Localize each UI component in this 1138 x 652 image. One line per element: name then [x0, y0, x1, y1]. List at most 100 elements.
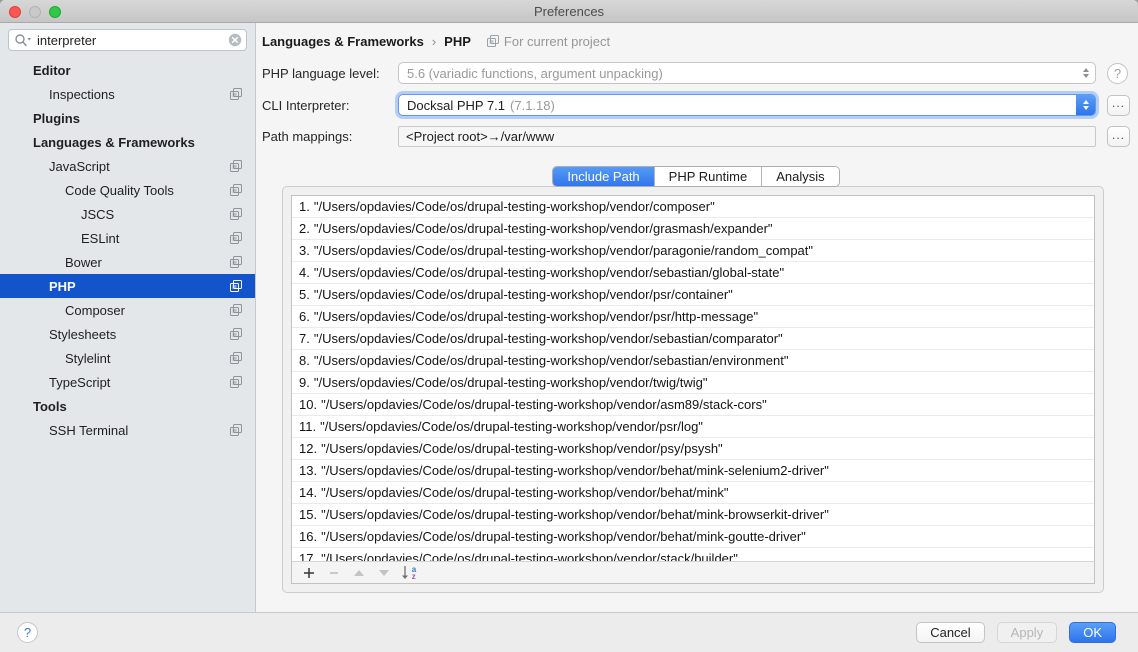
- php-settings-page: Languages & Frameworks › PHP For current…: [256, 23, 1138, 612]
- sidebar-item[interactable]: Plugins: [0, 106, 255, 130]
- tab-include-path[interactable]: Include Path: [553, 167, 654, 186]
- include-path-row[interactable]: 14. "/Users/opdavies/Code/os/drupal-test…: [292, 482, 1094, 504]
- window-title: Preferences: [534, 4, 604, 19]
- titlebar: Preferences: [0, 0, 1138, 23]
- php-settings-tabs: Include Path PHP Runtime Analysis: [262, 166, 1130, 187]
- include-path-row[interactable]: 11. "/Users/opdavies/Code/os/drupal-test…: [292, 416, 1094, 438]
- shared-settings-icon: [230, 352, 242, 364]
- path-mappings-value: <Project root>→/var/www: [406, 129, 554, 144]
- php-language-level-value: 5.6 (variadic functions, argument unpack…: [407, 66, 663, 81]
- cli-interpreter-label: CLI Interpreter:: [262, 98, 398, 113]
- tab-php-runtime[interactable]: PHP Runtime: [655, 167, 763, 186]
- php-language-level-label: PHP language level:: [262, 66, 398, 81]
- cli-interpreter-row: CLI Interpreter: Docksal PHP 7.1 (7.1.18…: [262, 94, 1130, 116]
- path-mappings-field[interactable]: <Project root>→/var/www: [398, 126, 1096, 147]
- sidebar-item[interactable]: Inspections: [0, 82, 255, 106]
- remove-path-button[interactable]: [321, 563, 346, 583]
- breadcrumb-php: PHP: [444, 34, 471, 49]
- include-path-listbox: 1. "/Users/opdavies/Code/os/drupal-testi…: [291, 195, 1095, 584]
- breadcrumb-languages-frameworks[interactable]: Languages & Frameworks: [262, 34, 424, 49]
- shared-settings-icon: [230, 424, 242, 436]
- shared-settings-icon: [230, 376, 242, 388]
- ok-button[interactable]: OK: [1069, 622, 1116, 643]
- include-path-panel: 1. "/Users/opdavies/Code/os/drupal-testi…: [282, 186, 1104, 593]
- move-up-button[interactable]: [346, 563, 371, 583]
- breadcrumb-separator-icon: ›: [432, 34, 436, 49]
- zoom-button[interactable]: [49, 6, 61, 18]
- include-path-row[interactable]: 1. "/Users/opdavies/Code/os/drupal-testi…: [292, 196, 1094, 218]
- include-path-row[interactable]: 9. "/Users/opdavies/Code/os/drupal-testi…: [292, 372, 1094, 394]
- shared-settings-icon: [230, 304, 242, 316]
- include-path-row[interactable]: 4. "/Users/opdavies/Code/os/drupal-testi…: [292, 262, 1094, 284]
- sidebar-item[interactable]: SSH Terminal: [0, 418, 255, 442]
- clear-search-icon[interactable]: [228, 33, 242, 47]
- search-icon[interactable]: [14, 33, 32, 47]
- shared-settings-icon: [230, 184, 242, 196]
- include-path-row[interactable]: 15. "/Users/opdavies/Code/os/drupal-test…: [292, 504, 1094, 526]
- cli-interpreter-select[interactable]: Docksal PHP 7.1 (7.1.18): [398, 94, 1096, 116]
- include-path-list[interactable]: 1. "/Users/opdavies/Code/os/drupal-testi…: [292, 196, 1094, 561]
- shared-settings-icon: [230, 232, 242, 244]
- sidebar-item[interactable]: PHP: [0, 274, 255, 298]
- include-path-row[interactable]: 6. "/Users/opdavies/Code/os/drupal-testi…: [292, 306, 1094, 328]
- sidebar-item[interactable]: ESLint: [0, 226, 255, 250]
- include-path-row[interactable]: 8. "/Users/opdavies/Code/os/drupal-testi…: [292, 350, 1094, 372]
- sidebar-item[interactable]: Composer: [0, 298, 255, 322]
- help-button[interactable]: ?: [17, 622, 38, 643]
- breadcrumb: Languages & Frameworks › PHP For current…: [262, 33, 1130, 49]
- sidebar-item[interactable]: Stylelint: [0, 346, 255, 370]
- tab-analysis[interactable]: Analysis: [762, 167, 838, 186]
- chevron-updown-icon: [1076, 95, 1095, 115]
- php-language-level-select[interactable]: 5.6 (variadic functions, argument unpack…: [398, 62, 1096, 84]
- add-path-button[interactable]: [296, 563, 321, 583]
- move-down-button[interactable]: [371, 563, 396, 583]
- help-icon[interactable]: ?: [1107, 63, 1128, 84]
- include-path-row[interactable]: 13. "/Users/opdavies/Code/os/drupal-test…: [292, 460, 1094, 482]
- traffic-lights: [9, 0, 61, 23]
- search-field-wrap: [8, 29, 247, 51]
- path-mappings-row: Path mappings: <Project root>→/var/www .…: [262, 126, 1130, 147]
- sidebar-item[interactable]: Stylesheets: [0, 322, 255, 346]
- sidebar-item[interactable]: TypeScript: [0, 370, 255, 394]
- include-path-row[interactable]: 7. "/Users/opdavies/Code/os/drupal-testi…: [292, 328, 1094, 350]
- cancel-button[interactable]: Cancel: [916, 622, 984, 643]
- dialog-footer: ? Cancel Apply OK: [0, 612, 1138, 652]
- apply-button[interactable]: Apply: [997, 622, 1058, 643]
- minimize-button[interactable]: [29, 6, 41, 18]
- sidebar-item[interactable]: Code Quality Tools: [0, 178, 255, 202]
- shared-settings-icon: [230, 256, 242, 268]
- include-path-row[interactable]: 12. "/Users/opdavies/Code/os/drupal-test…: [292, 438, 1094, 460]
- cli-interpreter-value: Docksal PHP 7.1: [407, 98, 505, 113]
- preferences-window: Preferences: [0, 0, 1138, 652]
- path-mappings-browse-button[interactable]: ...: [1107, 126, 1130, 147]
- sidebar-item[interactable]: Editor: [0, 58, 255, 82]
- sidebar-item[interactable]: JSCS: [0, 202, 255, 226]
- search-input[interactable]: [8, 29, 247, 51]
- include-path-row[interactable]: 16. "/Users/opdavies/Code/os/drupal-test…: [292, 526, 1094, 548]
- cli-interpreter-version: (7.1.18): [510, 98, 555, 113]
- close-button[interactable]: [9, 6, 21, 18]
- sort-alphabetically-button[interactable]: a z: [396, 563, 421, 583]
- for-current-project: For current project: [487, 34, 610, 49]
- settings-tree: Editor Inspections: [0, 58, 255, 442]
- shared-settings-icon: [230, 88, 242, 100]
- include-path-row[interactable]: 10. "/Users/opdavies/Code/os/drupal-test…: [292, 394, 1094, 416]
- include-path-row[interactable]: 5. "/Users/opdavies/Code/os/drupal-testi…: [292, 284, 1094, 306]
- sidebar-item[interactable]: Tools: [0, 394, 255, 418]
- for-current-project-label: For current project: [504, 34, 610, 49]
- shared-settings-icon: [487, 35, 499, 47]
- include-path-row[interactable]: 2. "/Users/opdavies/Code/os/drupal-testi…: [292, 218, 1094, 240]
- include-path-row[interactable]: 17. "/Users/opdavies/Code/os/drupal-test…: [292, 548, 1094, 561]
- shared-settings-icon: [230, 208, 242, 220]
- list-toolbar: a z: [292, 561, 1094, 583]
- cli-interpreter-browse-button[interactable]: ...: [1107, 95, 1130, 116]
- sidebar-item[interactable]: Bower: [0, 250, 255, 274]
- include-path-row[interactable]: 3. "/Users/opdavies/Code/os/drupal-testi…: [292, 240, 1094, 262]
- path-mappings-label: Path mappings:: [262, 129, 398, 144]
- sidebar-item[interactable]: JavaScript: [0, 154, 255, 178]
- sidebar-item[interactable]: Languages & Frameworks: [0, 130, 255, 154]
- shared-settings-icon: [230, 328, 242, 340]
- shared-settings-icon: [230, 160, 242, 172]
- chevron-updown-icon: [1077, 63, 1095, 83]
- shared-settings-icon: [230, 280, 242, 292]
